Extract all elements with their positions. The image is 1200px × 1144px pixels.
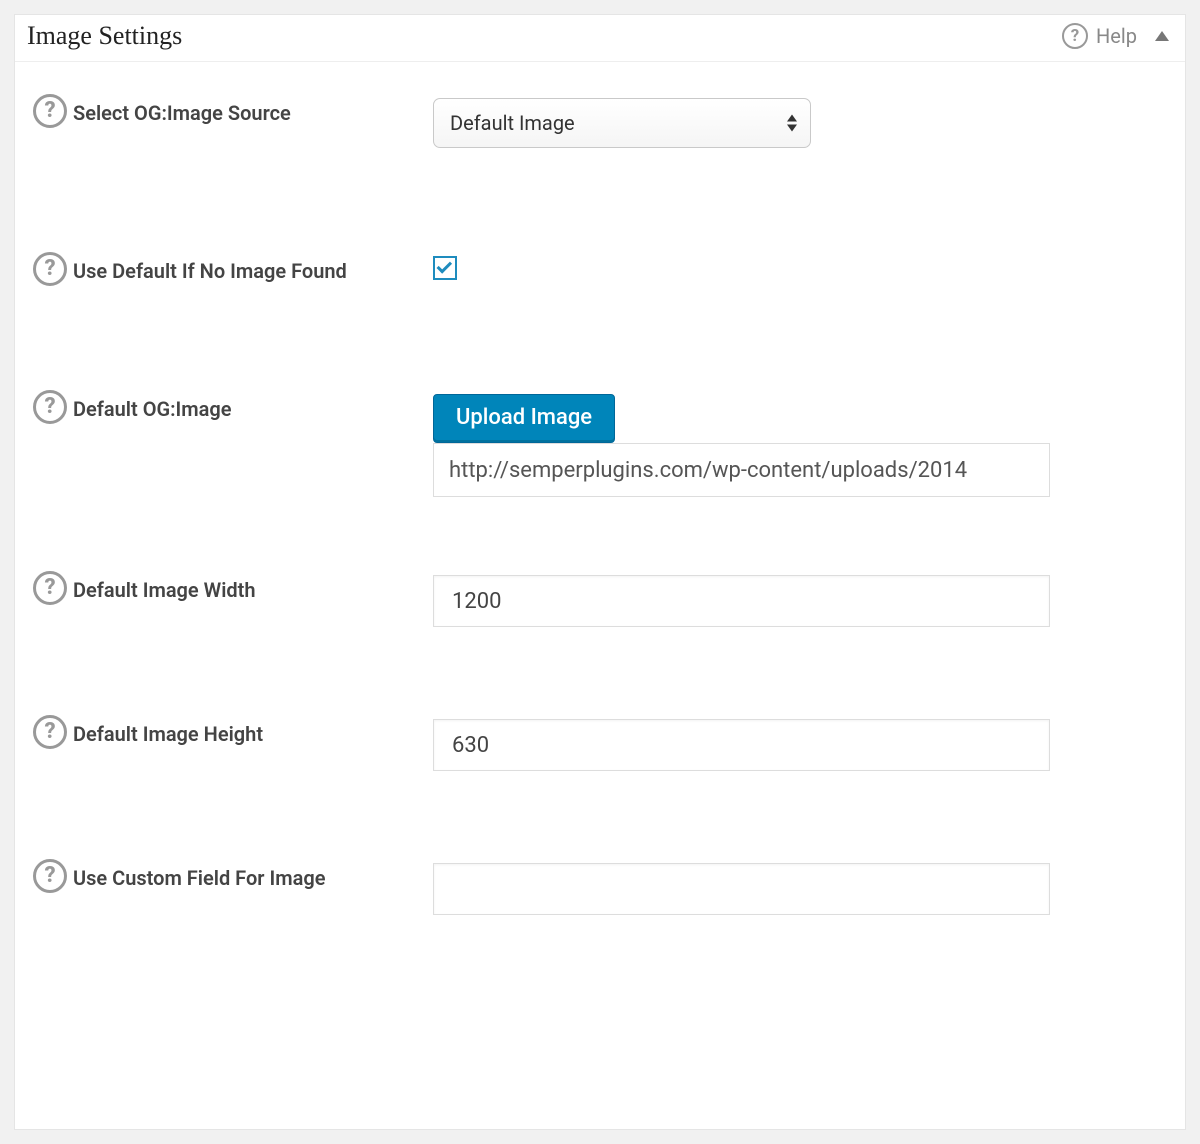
row-custom-field-image: ? Use Custom Field For Image [33, 863, 1167, 915]
label-custom-field-image: Use Custom Field For Image [73, 863, 325, 892]
row-use-default-if-none: ? Use Default If No Image Found [33, 256, 1167, 286]
upload-image-button[interactable]: Upload Image [433, 394, 615, 443]
tooltip-icon[interactable]: ? [33, 252, 67, 286]
default-og-image-url[interactable]: http://semperplugins.com/wp-content/uplo… [433, 443, 1050, 497]
label-default-og-image: Default OG:Image [73, 394, 232, 423]
label-select-og-image-source: Select OG:Image Source [73, 98, 291, 127]
help-label: Help [1096, 24, 1137, 48]
tooltip-icon[interactable]: ? [33, 571, 67, 605]
custom-field-input[interactable] [433, 863, 1050, 915]
tooltip-icon[interactable]: ? [33, 94, 67, 128]
label-default-image-width: Default Image Width [73, 575, 256, 604]
tooltip-icon[interactable]: ? [33, 390, 67, 424]
select-arrows-icon [787, 115, 797, 132]
row-default-image-height: ? Default Image Height [33, 719, 1167, 771]
tooltip-icon[interactable]: ? [33, 715, 67, 749]
panel-header: Image Settings ? Help [15, 15, 1185, 62]
default-image-width-input[interactable] [433, 575, 1050, 627]
checkmark-icon [437, 258, 453, 274]
panel-title: Image Settings [27, 21, 182, 51]
label-use-default-if-none: Use Default If No Image Found [73, 256, 347, 285]
help-icon: ? [1062, 23, 1088, 49]
label-default-image-height: Default Image Height [73, 719, 263, 748]
default-image-height-input[interactable] [433, 719, 1050, 771]
tooltip-icon[interactable]: ? [33, 859, 67, 893]
image-settings-panel: Image Settings ? Help ? Select OG:Image … [14, 14, 1186, 1130]
collapse-icon [1155, 31, 1169, 41]
row-default-og-image: ? Default OG:Image Upload Image http://s… [33, 394, 1167, 497]
row-default-image-width: ? Default Image Width [33, 575, 1167, 627]
settings-rows: ? Select OG:Image Source Default Image ? [15, 62, 1185, 995]
og-image-source-select[interactable]: Default Image [433, 98, 811, 148]
row-select-og-image-source: ? Select OG:Image Source Default Image [33, 98, 1167, 148]
help-toggle[interactable]: ? Help [1062, 23, 1169, 49]
og-image-source-value: Default Image [450, 111, 575, 135]
use-default-checkbox[interactable] [433, 256, 457, 280]
